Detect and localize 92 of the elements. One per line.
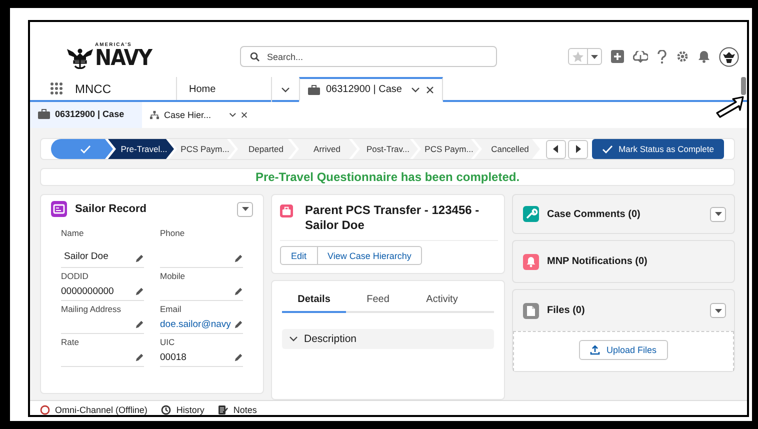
path-stage[interactable]: Arrived [291,139,357,159]
card-menu-button[interactable] [710,206,726,222]
notifications-icon[interactable] [698,50,710,63]
card-title: Sailor Record [75,203,147,216]
check-icon [602,144,613,154]
upload-icon [590,345,600,356]
caret-icon [714,308,722,313]
path-stage[interactable]: PCS Paym... [169,139,235,159]
field-label: Email [160,304,182,314]
star-icon [572,50,584,62]
action-button[interactable]: Edit [280,246,318,265]
search-icon [250,52,260,62]
field-label: Name [61,228,85,238]
card-title: MNP Notifications (0) [547,256,648,268]
field-label: Rate [61,337,80,348]
path-stage[interactable]: PCS Paym... [413,139,479,159]
caret-icon [242,207,248,212]
cloud-icon[interactable] [633,50,648,62]
triangle-left-icon [553,145,559,153]
scrollbar-thumb[interactable] [741,77,746,95]
briefcase-icon [38,109,50,119]
chevron-down-icon[interactable] [229,112,236,118]
utility-item[interactable]: Omni-Channel (Offline) [40,405,148,415]
cursor-arrow-icon [715,96,745,118]
field-label: UIC [160,337,176,348]
document-icon [523,302,539,319]
triangle-right-icon [575,145,581,153]
check-icon [80,144,90,154]
contact-card-icon [51,201,67,218]
action-button[interactable]: View Case Hierarchy [318,246,422,265]
field-value: Sailor Doe [63,251,108,262]
app-name: MNCC [75,82,111,96]
logo-wordmark: NAVY [95,48,152,70]
detail-tab[interactable]: Activity [410,289,474,313]
close-icon[interactable] [426,86,434,94]
hierarchy-icon [150,110,159,120]
briefcase-icon [308,84,320,94]
help-icon[interactable] [657,50,667,64]
field-value: 0000000000 [61,286,114,298]
completion-message: Pre-Travel Questionnaire has been completed. [255,170,520,184]
favorites-button[interactable] [568,48,602,65]
add-icon[interactable] [611,50,624,63]
detail-tab[interactable]: Feed [346,289,410,313]
utility-item[interactable]: Notes [218,405,257,415]
upload-files-button[interactable]: Upload Files [579,340,668,360]
chevron-down-icon [289,336,298,342]
pencil-icon[interactable] [234,254,243,264]
pencil-icon[interactable] [135,320,144,330]
chevron-down-icon[interactable] [281,86,290,92]
pencil-icon[interactable] [135,353,144,362]
field-label: Mailing Address [61,304,122,314]
section-header[interactable]: Description [282,329,494,349]
close-icon[interactable] [241,111,248,119]
card-title: Files (0) [547,305,585,316]
workspace-tab[interactable]: 06312900 | Case [30,102,142,128]
email-link[interactable]: doe.sailor@navy [160,319,231,330]
search-field[interactable]: Search... [240,46,497,67]
field-label: DODID [61,271,90,282]
pencil-icon[interactable] [234,353,243,362]
pencil-icon[interactable] [234,287,243,296]
app-launcher-icon[interactable] [50,82,63,95]
eagle-icon [66,46,94,70]
field-value: 00018 [160,352,186,364]
field-label: Mobile [160,271,186,282]
briefcase-icon [280,203,294,220]
card-menu-button[interactable] [237,202,253,217]
bell-icon [523,254,539,270]
status-circle-icon [40,405,50,415]
caret-icon [714,212,722,216]
case-title: Parent PCS Transfer - 123456 - Sailor Doe [305,203,480,232]
field-label: Phone [160,228,186,238]
caret-icon [591,54,598,58]
next-button[interactable] [568,140,588,158]
card-title: Case Comments (0) [547,208,640,220]
card-menu-button[interactable] [710,303,726,318]
path-stage[interactable]: Post-Trav... [352,139,418,159]
mark-complete-button[interactable]: Mark Status as Complete [592,139,724,159]
utility-item[interactable]: History [161,405,204,415]
settings-icon[interactable] [676,50,689,63]
pencil-icon[interactable] [135,287,144,296]
path-stage[interactable] [51,139,113,159]
nav-tab[interactable]: 06312900 | Case [299,77,443,102]
pencil-icon[interactable] [135,254,144,264]
path-stage[interactable]: Departed [230,139,296,159]
previous-button[interactable] [546,140,566,158]
clock-icon [161,405,172,415]
avatar-icon[interactable] [719,46,739,66]
pencil-icon[interactable] [234,320,243,330]
detail-tab[interactable]: Details [282,289,346,313]
chevron-down-icon[interactable] [411,86,420,92]
path-stage[interactable]: Pre-Travel... [108,139,174,159]
path-stage[interactable]: Cancelled [474,139,540,159]
